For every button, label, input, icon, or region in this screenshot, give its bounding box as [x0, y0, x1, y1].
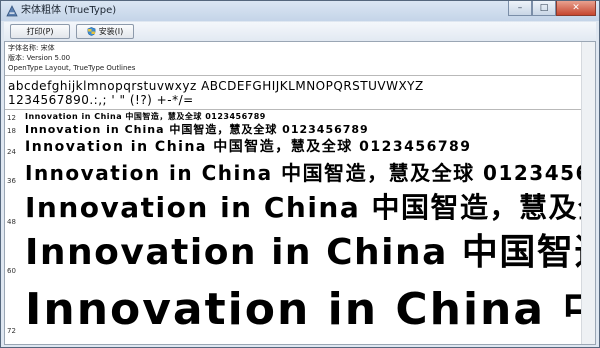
sample-row-36: 36 Innovation in China 中国智造，慧及全球 0123456… — [5, 159, 595, 190]
sample-size-label: 48 — [7, 218, 16, 226]
close-button[interactable]: ✕ — [556, 1, 596, 16]
sample-text: Innovation in China 中国智造，慧及全球 0123456789 — [25, 139, 472, 155]
sample-row-48: 48 Innovation in China 中国智造，慧及全球 0123456… — [5, 190, 595, 230]
sample-size-label: 12 — [7, 114, 16, 122]
sample-row-18: 18 Innovation in China 中国智造，慧及全球 0123456… — [5, 122, 595, 137]
font-app-icon — [6, 5, 18, 17]
title-bar[interactable]: 宋体粗体 (TrueType) – □ ✕ — [1, 1, 599, 21]
print-button[interactable]: 打印(P) — [10, 24, 70, 39]
font-name-line: 字体名称: 宋体 — [8, 44, 55, 52]
sample-size-label: 24 — [7, 148, 16, 156]
print-button-label: 打印(P) — [26, 27, 54, 36]
window-title: 宋体粗体 (TrueType) — [21, 5, 117, 16]
sample-row-12: 12 Innovation in China 中国智造，慧及全球 0123456… — [5, 112, 595, 122]
minimize-button[interactable]: – — [508, 1, 532, 16]
install-button-label: 安装(I) — [98, 27, 124, 36]
vertical-scrollbar[interactable] — [581, 42, 595, 344]
toolbar: 打印(P) 安装(I) — [4, 22, 596, 41]
sample-row-72: 72 Innovation in China 中国智造，慧及全球 0123456… — [5, 280, 595, 344]
divider — [5, 75, 595, 76]
font-viewer-window: 宋体粗体 (TrueType) – □ ✕ 打印(P) 安装(I) 字体名称: … — [0, 0, 600, 348]
window-controls: – □ ✕ — [508, 1, 596, 17]
sample-row-60: 60 Innovation in China 中国智造，慧及全球 0123456… — [5, 230, 595, 280]
sample-text: Innovation in China 中国智造，慧及全球 0123456789 — [25, 232, 595, 273]
font-type-line: OpenType Layout, TrueType Outlines — [8, 64, 136, 72]
sample-size-label: 36 — [7, 177, 16, 185]
install-button[interactable]: 安装(I) — [76, 24, 134, 39]
sample-size-label: 60 — [7, 267, 16, 275]
sample-size-label: 72 — [7, 327, 16, 335]
divider — [5, 109, 595, 110]
sample-size-label: 18 — [7, 127, 16, 135]
shield-icon — [87, 27, 96, 36]
charset-symbols: 1234567890.:,; ' " (!?) +-*/= — [8, 93, 194, 107]
sample-text: Innovation in China 中国智造，慧及全球 0123456789 — [25, 123, 369, 136]
maximize-button[interactable]: □ — [532, 1, 556, 16]
sample-text: Innovation in China 中国智造，慧及全球 0123456789 — [25, 191, 595, 224]
sample-text: Innovation in China 中国智造，慧及全球 0123456789 — [25, 161, 596, 185]
sample-text: Innovation in China 中国智造，慧及全球 0123456789 — [25, 284, 595, 335]
sample-row-24: 24 Innovation in China 中国智造，慧及全球 0123456… — [5, 138, 595, 159]
font-version-line: 版本: Version 5.00 — [8, 54, 71, 62]
font-preview-area[interactable]: 字体名称: 宋体 版本: Version 5.00 OpenType Layou… — [4, 41, 596, 345]
sample-text: Innovation in China 中国智造，慧及全球 0123456789 — [25, 112, 266, 121]
charset-letters: abcdefghijklmnopqrstuvwxyz ABCDEFGHIJKLM… — [8, 79, 424, 93]
